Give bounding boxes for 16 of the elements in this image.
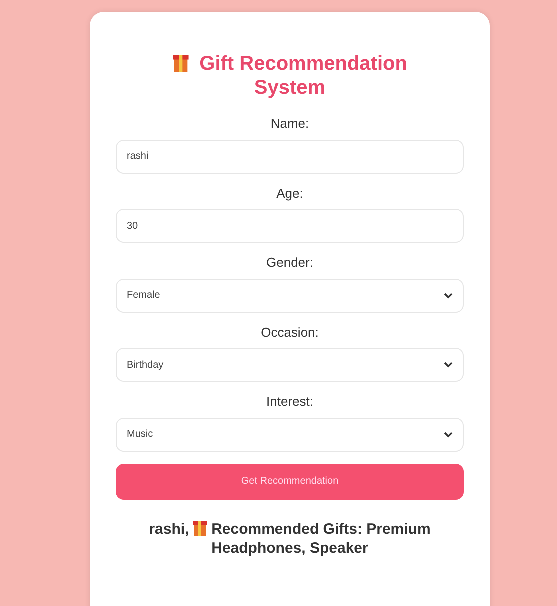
field-label: Name: [270, 116, 310, 131]
result-text: Recommended Gifts: Premium Headphones, Speaker [212, 520, 431, 557]
field-label: Age: [276, 186, 304, 200]
dropdown[interactable]: Female [116, 278, 464, 312]
dropdown[interactable]: Music [116, 418, 464, 452]
app-title: Gift Recommendation System [200, 53, 408, 99]
field-label: Interest: [266, 394, 314, 409]
chevron-down-icon [444, 292, 453, 298]
input-field[interactable]: 30 [116, 209, 464, 243]
chevron-down-icon [444, 362, 453, 368]
field-label: Occasion: [261, 324, 319, 340]
result-name: rashi, [149, 520, 190, 538]
chevron-down-icon [444, 432, 453, 438]
dropdown[interactable]: Birthday [116, 348, 464, 382]
field-label: Gender: [266, 255, 314, 270]
input-field[interactable]: rashi [116, 140, 464, 174]
